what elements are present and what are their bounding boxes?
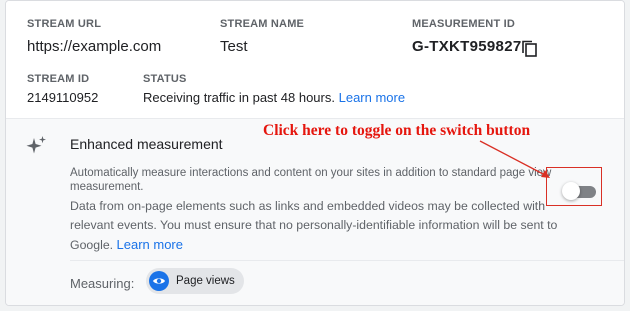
status-value: Receiving traffic in past 48 hours. Lear… bbox=[143, 90, 405, 105]
status-learn-more-link[interactable]: Learn more bbox=[339, 90, 405, 105]
sparkle-icon bbox=[26, 135, 48, 157]
status-text: Receiving traffic in past 48 hours. bbox=[143, 90, 335, 105]
enhanced-measurement-title: Enhanced measurement bbox=[70, 136, 223, 152]
enhanced-measurement-section: Enhanced measurement Automatically measu… bbox=[6, 118, 624, 305]
stream-details-section: STREAM URL https://example.com STREAM NA… bbox=[6, 1, 624, 118]
detail-learn-more-link[interactable]: Learn more bbox=[117, 237, 183, 252]
annotation-highlight-box bbox=[546, 167, 602, 206]
description-line-2: measurement. bbox=[70, 181, 144, 193]
stream-name-value: Test bbox=[220, 38, 248, 55]
stream-url-value: https://example.com bbox=[27, 38, 162, 55]
eye-icon bbox=[149, 271, 169, 291]
stream-name-label: STREAM NAME bbox=[220, 18, 305, 30]
description-line-1: Automatically measure interactions and c… bbox=[70, 167, 552, 179]
status-label: STATUS bbox=[143, 73, 187, 85]
enhanced-measurement-description: Automatically measure interactions and c… bbox=[70, 166, 560, 194]
copy-icon[interactable] bbox=[520, 39, 540, 59]
measurement-id-label: MEASUREMENT ID bbox=[412, 18, 516, 30]
stream-details-card: STREAM URL https://example.com STREAM NA… bbox=[5, 0, 625, 306]
stream-id-label: STREAM ID bbox=[27, 73, 90, 85]
annotation-text: Click here to toggle on the switch butto… bbox=[263, 122, 531, 139]
page-views-chip[interactable]: Page views bbox=[146, 268, 244, 294]
stream-url-label: STREAM URL bbox=[27, 18, 102, 30]
enhanced-measurement-detail: Data from on-page elements such as links… bbox=[70, 197, 560, 255]
page-views-chip-label: Page views bbox=[176, 275, 235, 287]
section-divider bbox=[70, 260, 624, 261]
measuring-label: Measuring: bbox=[70, 276, 135, 291]
measurement-id-value: G-TXKT959827 bbox=[412, 38, 522, 55]
stream-id-value: 2149110952 bbox=[27, 90, 99, 105]
